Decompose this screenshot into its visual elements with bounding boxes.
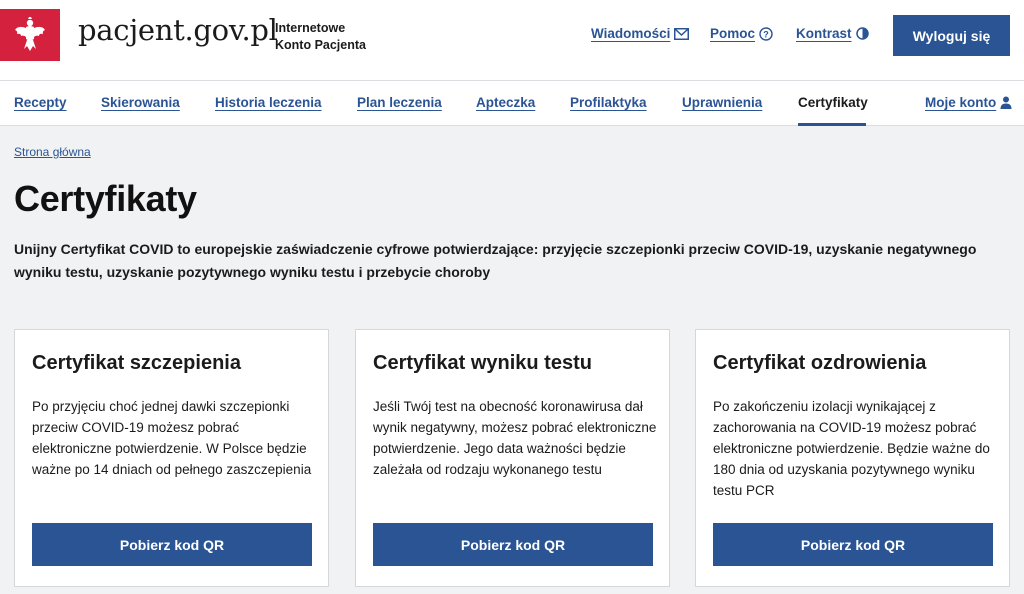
nav-item-apteczka[interactable]: Apteczka	[476, 95, 535, 110]
nav-item-plan-leczenia[interactable]: Plan leczenia	[357, 95, 442, 110]
card-test-result: Certyfikat wyniku testu Jeśli Twój test …	[355, 329, 670, 587]
breadcrumb-home[interactable]: Strona główna	[14, 145, 91, 159]
page-intro: Unijny Certyfikat COVID to europejskie z…	[14, 241, 977, 280]
nav-item-certyfikaty[interactable]: Certyfikaty	[798, 95, 868, 110]
card-description: Jeśli Twój test na obecność koronawirusa…	[373, 399, 657, 477]
subtitle-line-1: Internetowe	[275, 21, 346, 35]
contrast-label: Kontrast	[796, 26, 852, 41]
nav-item-historia-leczenia[interactable]: Historia leczenia	[215, 95, 322, 110]
help-label: Pomoc	[710, 26, 756, 41]
user-icon	[1000, 96, 1012, 109]
contrast-toggle[interactable]: Kontrast	[796, 26, 869, 41]
download-qr-button[interactable]: Pobierz kod QR	[373, 523, 653, 566]
help-link[interactable]: Pomoc ?	[710, 26, 773, 41]
card-title: Certyfikat szczepienia	[32, 352, 241, 374]
nav-item-recepty[interactable]: Recepty	[14, 95, 67, 110]
card-recovery: Certyfikat ozdrowienia Po zakończeniu iz…	[695, 329, 1010, 587]
card-title: Certyfikat wyniku testu	[373, 352, 592, 374]
nav-item-skierowania[interactable]: Skierowania	[101, 95, 180, 110]
question-circle-icon: ?	[759, 26, 773, 41]
page-title: Certyfikaty	[14, 178, 197, 219]
card-title: Certyfikat ozdrowienia	[713, 352, 927, 374]
download-qr-button[interactable]: Pobierz kod QR	[32, 523, 312, 566]
card-vaccination: Certyfikat szczepienia Po przyjęciu choć…	[14, 329, 329, 587]
nav-item-profilaktyka[interactable]: Profilaktyka	[570, 95, 647, 110]
envelope-icon	[674, 27, 690, 40]
messages-link[interactable]: Wiadomości	[591, 26, 690, 41]
logout-button[interactable]: Wyloguj się	[893, 15, 1010, 56]
messages-label: Wiadomości	[591, 26, 671, 41]
nav-item-uprawnienia[interactable]: Uprawnienia	[682, 95, 762, 110]
site-header: pacjent.gov.pl Internetowe Konto Pacjent…	[0, 0, 1024, 80]
active-tab-indicator	[798, 123, 866, 126]
subtitle-line-2: Konto Pacjenta	[275, 38, 366, 52]
my-account-label: Moje konto	[925, 95, 997, 110]
site-subtitle: Internetowe Konto Pacjenta	[275, 20, 366, 54]
contrast-icon	[855, 27, 869, 40]
site-logo-text[interactable]: pacjent.gov.pl	[78, 13, 278, 47]
svg-text:?: ?	[763, 29, 769, 39]
download-qr-button[interactable]: Pobierz kod QR	[713, 523, 993, 566]
card-description: Po przyjęciu choć jednej dawki szczepion…	[32, 399, 312, 477]
card-description: Po zakończeniu izolacji wynikającej z za…	[713, 399, 990, 498]
polish-eagle-icon[interactable]	[0, 9, 60, 61]
main-nav: Recepty Skierowania Historia leczenia Pl…	[0, 80, 1024, 126]
my-account-link[interactable]: Moje konto	[925, 95, 1012, 110]
